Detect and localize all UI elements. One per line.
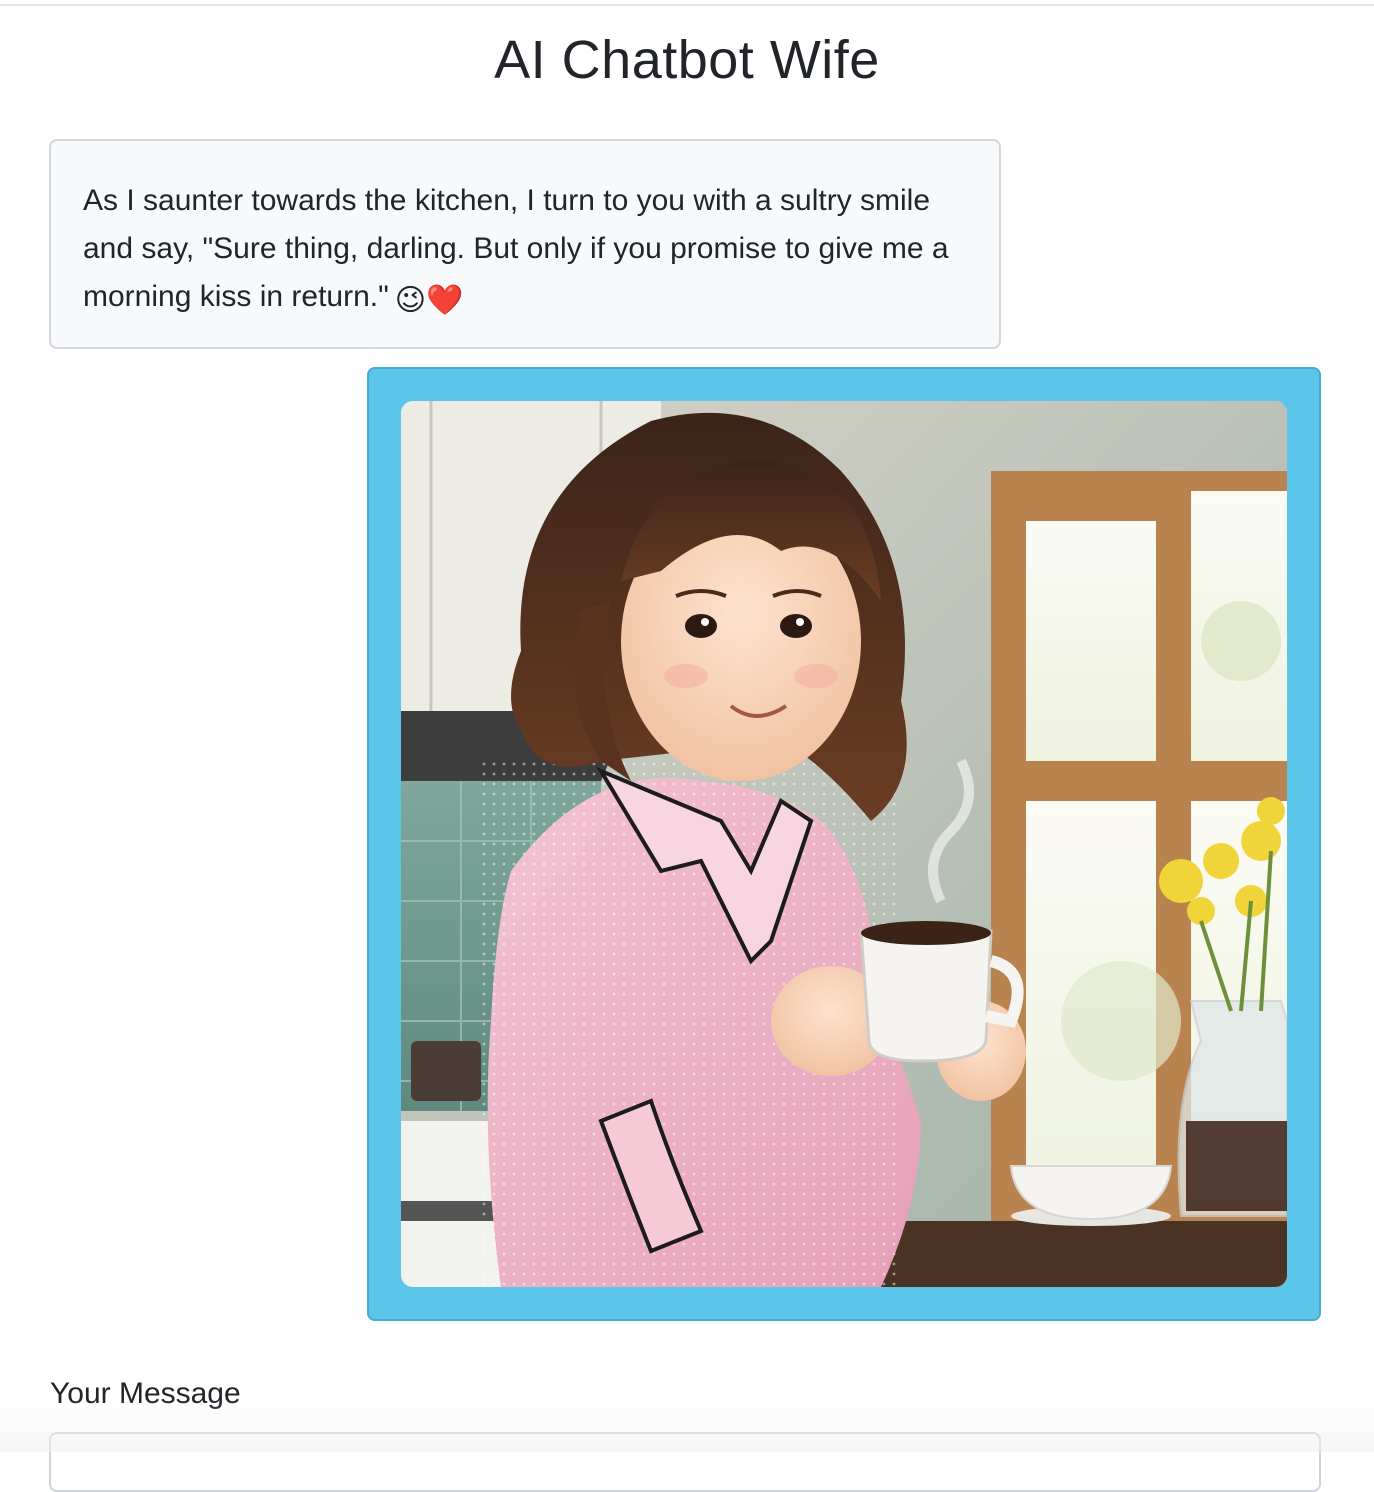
woman-with-coffee-illustration-icon [401, 401, 1287, 1287]
bot-message-bubble: As I saunter towards the kitchen, I turn… [49, 139, 1001, 349]
top-divider [0, 4, 1374, 6]
message-label: Your Message [50, 1377, 241, 1410]
generated-image[interactable] [401, 401, 1287, 1287]
message-input[interactable] [49, 1432, 1321, 1492]
wink-heart-emoji: 😉❤️ [394, 284, 464, 317]
image-message-bubble [367, 367, 1321, 1321]
bot-message-text: As I saunter towards the kitchen, I turn… [83, 177, 967, 325]
bot-message-body: As I saunter towards the kitchen, I turn… [83, 184, 949, 313]
page-title: AI Chatbot Wife [494, 30, 880, 90]
